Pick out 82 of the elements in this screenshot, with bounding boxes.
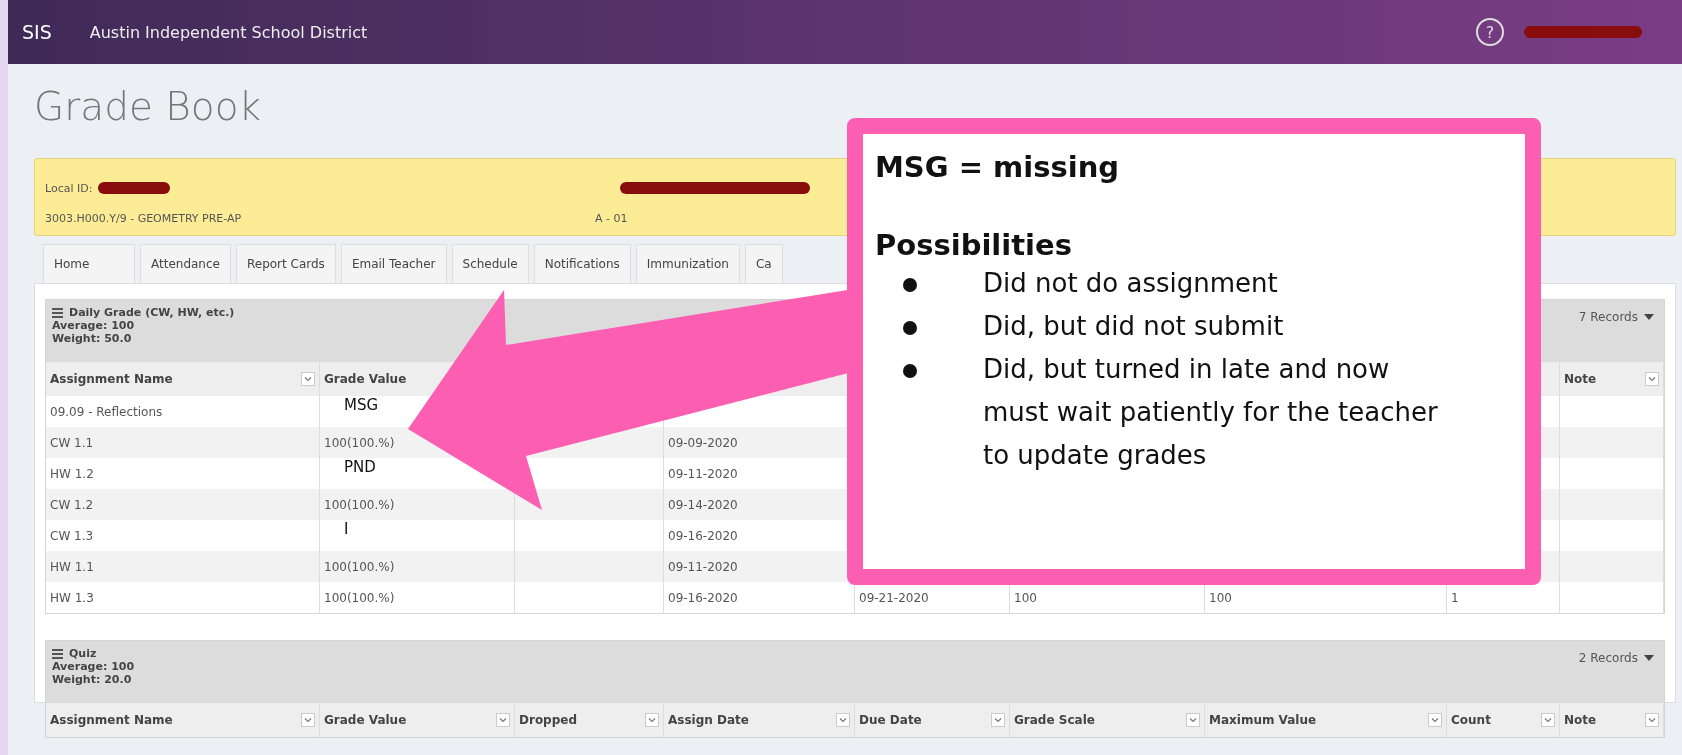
caret-icon — [1644, 655, 1654, 661]
column-header[interactable]: Assignment Name — [50, 372, 173, 386]
category-weight: Weight: 50.0 — [52, 332, 133, 345]
column-header[interactable]: Dropped — [519, 713, 578, 727]
dropdown-icon[interactable] — [645, 713, 659, 727]
grade-value: 100(100.%) — [324, 435, 395, 450]
column-header[interactable]: Due Date — [859, 713, 922, 727]
tab[interactable]: Schedule — [451, 244, 529, 283]
column-header[interactable]: Note — [1564, 372, 1597, 386]
tab[interactable]: Email Teacher — [340, 244, 447, 283]
page-title: Grade Book — [34, 84, 263, 131]
grade-value: 100(100.%) — [324, 559, 395, 574]
caret-icon — [1644, 314, 1654, 320]
records-dropdown[interactable]: 2 Records — [1576, 647, 1656, 669]
brand-logo[interactable]: SIS — [22, 21, 52, 43]
table-cell: HW 1.1 — [50, 559, 94, 574]
dropdown-icon[interactable] — [1186, 713, 1200, 727]
category-name: Daily Grade (CW, HW, etc.) — [69, 306, 235, 319]
grade-value: MSG — [344, 395, 379, 414]
tab[interactable]: Immunization — [635, 244, 740, 283]
dropdown-icon[interactable] — [301, 713, 315, 727]
column-header[interactable]: Grade Scale — [1014, 713, 1095, 727]
bullet-icon — [903, 278, 917, 292]
dropdown-icon[interactable] — [496, 713, 510, 727]
column-header[interactable]: Count — [1451, 713, 1491, 727]
tab[interactable]: Home — [43, 244, 135, 283]
bullet-text: Did not do assignment — [983, 267, 1279, 300]
menu-icon[interactable] — [52, 648, 63, 659]
district-name: Austin Independent School District — [89, 22, 368, 42]
dropdown-icon[interactable] — [836, 713, 850, 727]
dropdown-icon[interactable] — [1645, 372, 1659, 386]
table-cell: 09-16-2020 — [668, 528, 738, 543]
callout-title: MSG = missing — [875, 150, 1121, 184]
table-cell: CW 1.3 — [50, 528, 94, 543]
course-section: A - 01 — [595, 211, 628, 225]
tab[interactable]: Report Cards — [235, 244, 336, 283]
tab[interactable]: Ca — [744, 244, 783, 283]
category-weight: Weight: 20.0 — [52, 673, 133, 686]
bullet-text: Did, but turned in late and now must wait patiently for the teacher to update grades — [983, 353, 1439, 472]
table-cell: 100 — [1209, 590, 1232, 605]
tab[interactable]: Attendance — [140, 244, 231, 283]
help-icon[interactable]: ? — [1476, 18, 1504, 46]
table-cell: 09-16-2020 — [668, 590, 738, 605]
dropdown-icon[interactable] — [301, 372, 315, 386]
column-header[interactable]: Assign Date — [668, 713, 749, 727]
local-id-label: Local ID: — [45, 181, 93, 195]
table-cell: 09-09-2020 — [668, 435, 738, 450]
table-cell: 100 — [1014, 590, 1037, 605]
column-header[interactable]: Assignment Name — [50, 713, 173, 727]
column-header[interactable]: Maximum Value — [1209, 713, 1317, 727]
table-cell: 09-11-2020 — [668, 559, 738, 574]
dropdown-icon[interactable] — [1541, 713, 1555, 727]
table-cell: 1 — [1451, 590, 1459, 605]
table-cell: 09-21-2020 — [859, 590, 929, 605]
tab[interactable]: Notifications — [533, 244, 631, 283]
bullet-icon — [903, 321, 917, 335]
table-cell: 09.09 - Reflections — [50, 404, 163, 419]
bullet-text: Did, but did not submit — [983, 310, 1285, 343]
menu-icon[interactable] — [52, 307, 63, 318]
column-header[interactable]: Grade Value — [324, 713, 407, 727]
category-average: Average: 100 — [52, 660, 135, 673]
bullet-icon — [903, 364, 917, 378]
table-cell: CW 1.1 — [50, 435, 94, 450]
column-header[interactable]: Grade Value — [324, 372, 407, 386]
records-dropdown[interactable]: 7 Records — [1576, 306, 1656, 328]
table-cell: 09-14-2020 — [668, 497, 738, 512]
table-cell: HW 1.2 — [50, 466, 94, 481]
grade-value: 100(100.%) — [324, 590, 395, 605]
category-average: Average: 100 — [52, 319, 136, 332]
grade-value: PND — [344, 457, 376, 476]
course-name: 3003.H000.Y/9 - GEOMETRY PRE-AP — [45, 211, 243, 225]
category-name: Quiz — [69, 647, 97, 660]
dropdown-icon[interactable] — [1645, 713, 1659, 727]
callout-subtitle: Possibilities — [875, 228, 1073, 262]
grade-value: 100(100.%) — [324, 497, 395, 512]
grade-value: I — [344, 519, 349, 538]
table-cell: 09-11-2020 — [668, 466, 738, 481]
table-cell: CW 1.2 — [50, 497, 94, 512]
dropdown-icon[interactable] — [1428, 713, 1442, 727]
column-header[interactable]: Note — [1564, 713, 1597, 727]
table-cell: HW 1.3 — [50, 590, 94, 605]
dropdown-icon[interactable] — [991, 713, 1005, 727]
